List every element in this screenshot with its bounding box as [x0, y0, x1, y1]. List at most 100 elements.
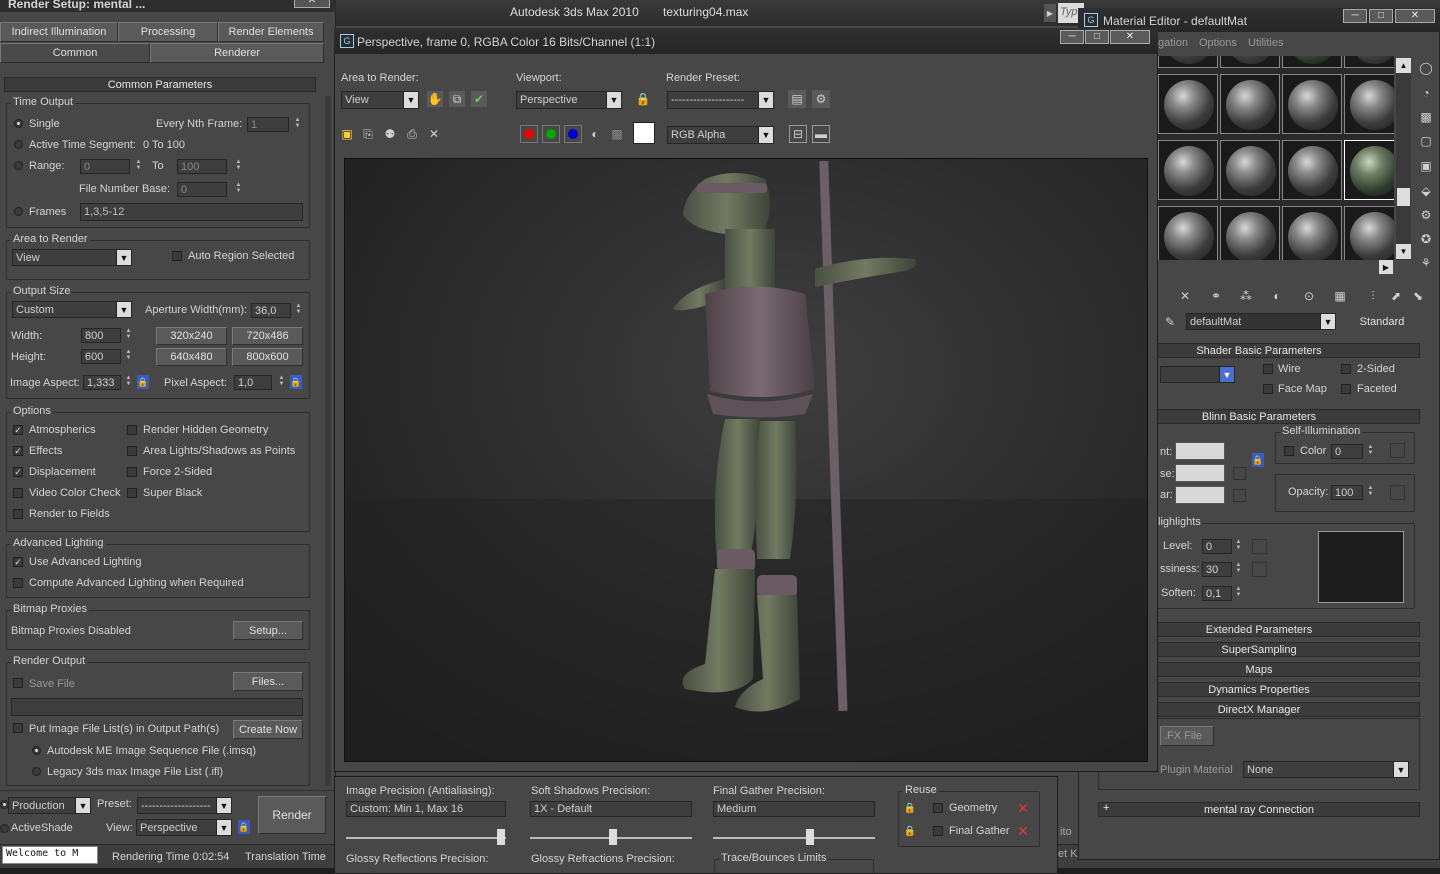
- render-region-icon[interactable]: ✔: [471, 91, 487, 107]
- material-type-button[interactable]: Standard: [1342, 312, 1422, 331]
- every-nth-field[interactable]: 1: [247, 117, 289, 132]
- range-to-spinner[interactable]: ▲ ▼: [234, 159, 243, 171]
- close-icon[interactable]: ✕: [1395, 9, 1435, 23]
- blue-channel-icon[interactable]: [564, 125, 582, 143]
- file-base-spinner[interactable]: ▲ ▼: [234, 182, 243, 194]
- video-color-icon[interactable]: ▣: [1416, 157, 1436, 175]
- reuse-geometry-checkbox[interactable]: [933, 803, 943, 813]
- spec-level-map-button[interactable]: [1252, 539, 1267, 554]
- channel-display-dropdown[interactable]: RGB Alpha ▼: [667, 126, 774, 144]
- view-dropdown[interactable]: Perspective ▼: [136, 819, 232, 836]
- material-name-field[interactable]: defaultMat ▼: [1186, 313, 1336, 330]
- options-icon[interactable]: ⚙: [1416, 206, 1436, 224]
- lock-icon[interactable]: 🔒: [238, 820, 250, 834]
- sample-slot[interactable]: [1220, 56, 1280, 68]
- sample-slot[interactable]: [1158, 140, 1218, 200]
- radio-active-segment[interactable]: [14, 140, 23, 149]
- select-by-material-icon[interactable]: ✪: [1416, 230, 1436, 248]
- menu-navigation[interactable]: gation: [1158, 37, 1188, 49]
- sample-slot[interactable]: [1220, 206, 1280, 260]
- tab-renderer[interactable]: Renderer: [150, 43, 324, 63]
- video-color-checkbox[interactable]: [13, 488, 23, 498]
- image-aspect-field[interactable]: 1,333: [83, 375, 121, 390]
- scrollbar[interactable]: [325, 96, 331, 786]
- bitmap-setup-button[interactable]: Setup...: [233, 621, 303, 640]
- super-black-checkbox[interactable]: [127, 488, 137, 498]
- diffuse-map-button[interactable]: [1233, 467, 1246, 480]
- show-map-icon[interactable]: ▦: [1330, 287, 1350, 305]
- edit-region-icon[interactable]: ✋: [427, 91, 443, 107]
- lock-icon[interactable]: 🔒: [903, 823, 917, 839]
- image-precision-slider[interactable]: [346, 837, 506, 839]
- go-forward-icon[interactable]: ⬊: [1408, 287, 1428, 305]
- sample-slot[interactable]: [1282, 56, 1342, 68]
- radio-range[interactable]: [14, 161, 23, 170]
- go-to-parent-icon[interactable]: ⬈: [1386, 287, 1406, 305]
- clear-geometry-icon[interactable]: ✕: [1015, 800, 1031, 816]
- atmospherics-checkbox[interactable]: ✓: [13, 425, 23, 435]
- lock-icon[interactable]: 🔒: [290, 375, 302, 389]
- lock-icon[interactable]: 🔒: [903, 800, 917, 816]
- displacement-checkbox[interactable]: ✓: [13, 467, 23, 477]
- compute-advanced-lighting-checkbox[interactable]: [13, 578, 23, 588]
- lock-icon[interactable]: 🔒: [635, 91, 651, 107]
- scroll-thumb[interactable]: [1397, 188, 1410, 206]
- sample-slot[interactable]: [1158, 74, 1218, 134]
- menu-options[interactable]: Options: [1199, 37, 1237, 49]
- make-preview-icon[interactable]: ⬙: [1416, 182, 1436, 200]
- radio-single[interactable]: [14, 119, 23, 128]
- expand-icon[interactable]: +: [1103, 802, 1109, 814]
- create-now-button[interactable]: Create Now: [233, 720, 303, 739]
- close-icon[interactable]: ✕: [1110, 30, 1150, 44]
- force-2sided-checkbox[interactable]: [127, 467, 137, 477]
- image-aspect-spinner[interactable]: ▲ ▼: [124, 375, 133, 387]
- put-image-checkbox[interactable]: [13, 723, 23, 733]
- copy-image-icon[interactable]: ⎘: [360, 126, 376, 142]
- radio-ifl[interactable]: [32, 767, 41, 776]
- preset-720x486-button[interactable]: 720x486: [232, 327, 303, 345]
- image-precision-thumb[interactable]: [497, 829, 505, 845]
- sample-slot[interactable]: [1220, 140, 1280, 200]
- auto-region-checkbox[interactable]: [172, 251, 182, 261]
- height-spinner[interactable]: ▲ ▼: [124, 349, 133, 361]
- maxscript-listener[interactable]: Welcome to M: [2, 846, 98, 864]
- area-lights-checkbox[interactable]: [127, 446, 137, 456]
- output-path-field[interactable]: [11, 698, 303, 716]
- glossiness-map-button[interactable]: [1252, 562, 1267, 577]
- render-preset-dropdown[interactable]: -------------------- ▼: [667, 91, 774, 109]
- scroll-down-icon[interactable]: ▼: [1396, 244, 1411, 259]
- soften-spinner[interactable]: ▲ ▼: [1234, 586, 1243, 598]
- sample-slot[interactable]: [1344, 56, 1394, 68]
- maximize-icon[interactable]: □: [1085, 30, 1109, 44]
- range-to-field[interactable]: 100: [177, 159, 227, 174]
- environment-effects-icon[interactable]: ⚙: [812, 90, 830, 108]
- sample-slot[interactable]: [1158, 56, 1218, 68]
- sample-slot[interactable]: [1158, 206, 1218, 260]
- rollout-common-parameters[interactable]: Common Parameters: [4, 77, 316, 92]
- preset-640x480-button[interactable]: 640x480: [156, 348, 227, 366]
- put-to-library-icon[interactable]: ◐: [1267, 287, 1287, 305]
- show-end-result-icon[interactable]: ⫶: [1363, 287, 1383, 305]
- ambient-swatch[interactable]: [1175, 442, 1225, 460]
- self-illum-field[interactable]: 0: [1331, 444, 1363, 459]
- tab-render-elements[interactable]: Render Elements: [218, 22, 324, 42]
- minimize-icon[interactable]: ─: [1060, 30, 1084, 44]
- backlight-icon[interactable]: ◔: [1416, 84, 1436, 102]
- diffuse-swatch[interactable]: [1175, 464, 1225, 482]
- faceted-checkbox[interactable]: [1341, 384, 1351, 394]
- delete-icon[interactable]: ✕: [1175, 287, 1195, 305]
- output-size-preset-dropdown[interactable]: Custom ▼: [12, 301, 132, 318]
- red-channel-icon[interactable]: [520, 125, 538, 143]
- opacity-map-button[interactable]: [1390, 485, 1405, 500]
- range-from-spinner[interactable]: ▲ ▼: [134, 159, 143, 171]
- width-field[interactable]: 800: [81, 328, 121, 343]
- maximize-icon[interactable]: □: [1369, 9, 1393, 23]
- toggle-ui-overlay-icon[interactable]: ⊟: [789, 125, 807, 143]
- plugin-material-dropdown[interactable]: None ▼: [1243, 761, 1409, 778]
- preset-800x600-button[interactable]: 800x600: [232, 348, 303, 366]
- uv-tiling-icon[interactable]: ▢: [1416, 132, 1436, 150]
- pixel-aspect-spinner[interactable]: ▲ ▼: [277, 375, 286, 387]
- height-field[interactable]: 600: [81, 349, 121, 364]
- auto-region-icon[interactable]: ⧉: [449, 91, 465, 107]
- specular-swatch[interactable]: [1175, 486, 1225, 504]
